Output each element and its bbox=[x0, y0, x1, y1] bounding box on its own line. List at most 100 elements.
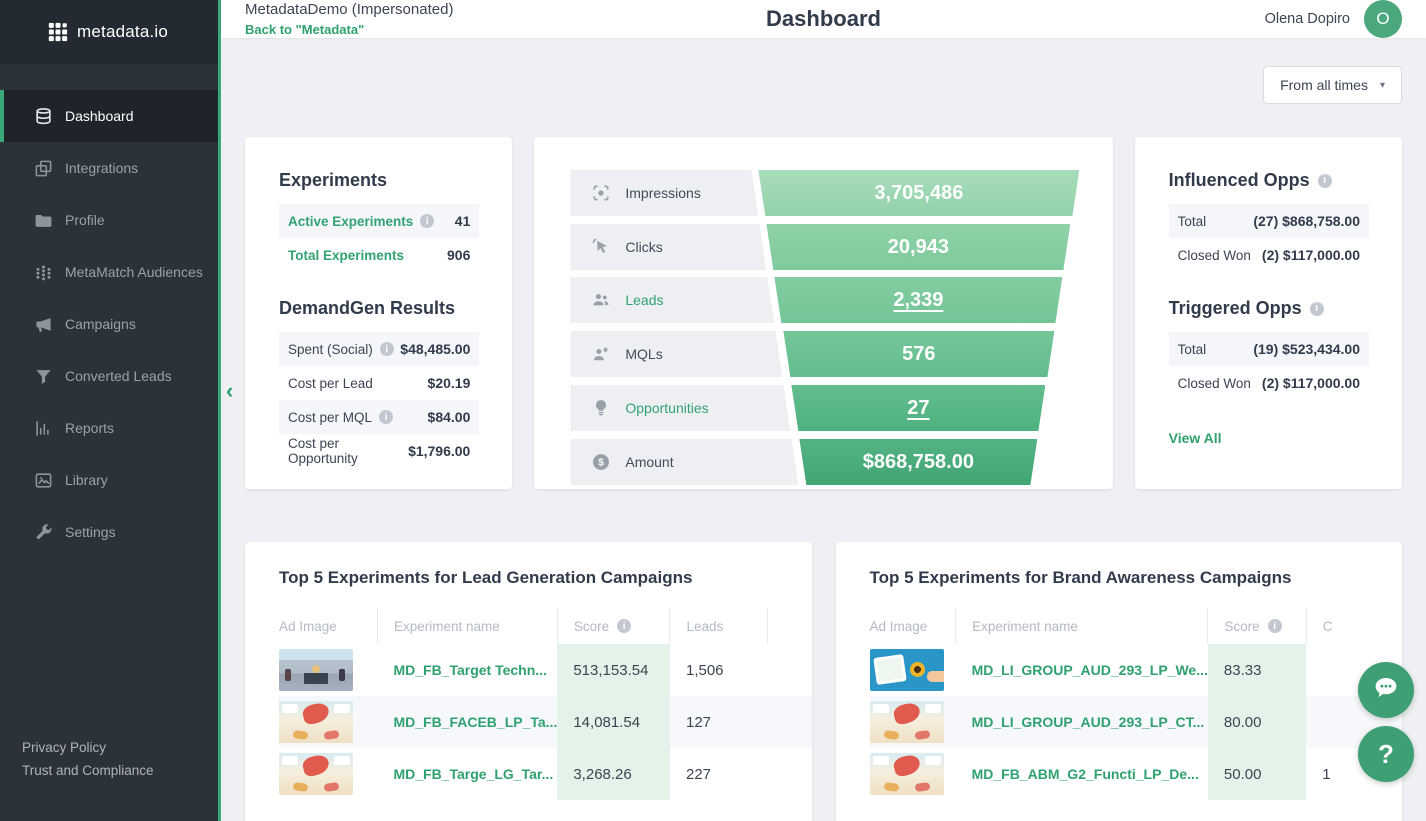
stat-label: Closed Won bbox=[1178, 248, 1251, 263]
sidebar: metadata.io DashboardIntegrations Profile… bbox=[0, 0, 221, 821]
sidebar-item-integrations[interactable]: Integrations bbox=[0, 142, 218, 194]
metric-cell bbox=[767, 644, 811, 696]
stat-value: $1,796.00 bbox=[408, 443, 470, 459]
experiment-name-link[interactable]: MD_LI_GROUP_AUD_293_LP_We... bbox=[956, 644, 1208, 696]
opps-rows: Total(19) $523,434.00Closed Won(2) $117,… bbox=[1169, 332, 1369, 400]
metric-cell: 1,506 bbox=[670, 644, 767, 696]
help-button[interactable]: ? bbox=[1358, 726, 1414, 782]
stat-label-text: Active Experiments bbox=[288, 214, 413, 229]
privacy-policy-link[interactable]: Privacy Policy bbox=[22, 737, 218, 760]
app-window: metadata.io DashboardIntegrations Profile… bbox=[0, 0, 1426, 821]
experiment-name-link[interactable]: MD_FB_Targe_LG_Tar... bbox=[377, 748, 557, 800]
funnel-card: Impressions3,705,486Clicks20,943Leads2,3… bbox=[534, 137, 1112, 489]
sidebar-item-profile[interactable]: Profile bbox=[0, 194, 218, 246]
trust-compliance-link[interactable]: Trust and Compliance bbox=[22, 760, 218, 783]
funnel-value[interactable]: 2,339 bbox=[893, 289, 943, 312]
column-header-text: Experiment name bbox=[972, 619, 1078, 634]
experiment-name-link[interactable]: MD_LI_GROUP_AUD_293_LP_CT... bbox=[956, 696, 1208, 748]
column-header-inner: Scorei bbox=[574, 619, 670, 634]
stat-label-text: Closed Won bbox=[1178, 376, 1251, 391]
stat-label-text: Cost per Opportunity bbox=[288, 436, 408, 466]
view-all-link[interactable]: View All bbox=[1169, 430, 1369, 446]
mqls-icon bbox=[591, 344, 611, 364]
stat-label-text: Spent (Social) bbox=[288, 342, 373, 357]
stat-label: Cost per MQLi bbox=[288, 410, 393, 425]
table-title: Top 5 Experiments for Brand Awareness Ca… bbox=[870, 568, 1403, 588]
sidebar-item-reports[interactable]: Reports bbox=[0, 402, 218, 454]
stat-value: $84.00 bbox=[428, 409, 471, 425]
beach-scene-p2 bbox=[324, 730, 340, 740]
sidebar-item-label: Profile bbox=[65, 212, 105, 228]
experiment-name-link[interactable]: MD_FB_FACEB_LP_Ta... bbox=[377, 696, 557, 748]
sidebar-item-library[interactable]: Library bbox=[0, 454, 218, 506]
info-icon[interactable]: i bbox=[380, 342, 394, 356]
ad-image-cell bbox=[870, 696, 956, 748]
sidebar-item-label: Library bbox=[65, 472, 108, 488]
ad-thumbnail bbox=[870, 649, 944, 691]
stat-value: 41 bbox=[455, 213, 471, 229]
ad-thumbnail bbox=[279, 753, 353, 795]
stat-label: Cost per Opportunity bbox=[288, 436, 408, 466]
funnel-label-text[interactable]: Leads bbox=[625, 292, 663, 308]
info-icon[interactable]: i bbox=[1310, 302, 1324, 316]
info-icon[interactable]: i bbox=[420, 214, 434, 228]
time-filter-dropdown[interactable]: From all times ▾ bbox=[1263, 66, 1402, 104]
table-row: MD_LI_GROUP_AUD_293_LP_CT...80.00 bbox=[870, 696, 1403, 748]
ad-thumbnail bbox=[279, 649, 353, 691]
experiment-name-link[interactable]: MD_FB_ABM_G2_Functi_LP_De... bbox=[956, 748, 1208, 800]
funnel-value: 3,705,486 bbox=[874, 182, 963, 205]
stat-value: (2) $117,000.00 bbox=[1262, 375, 1360, 391]
sidebar-item-metamatch-audiences[interactable]: MetaMatch Audiences bbox=[0, 246, 218, 298]
sidebar-item-converted-leads[interactable]: Converted Leads bbox=[0, 350, 218, 402]
avatar[interactable]: O bbox=[1364, 0, 1402, 38]
sidebar-item-settings[interactable]: Settings bbox=[0, 506, 218, 558]
sidebar-collapse-chevron-icon[interactable]: ‹ bbox=[226, 380, 233, 402]
sidebar-item-label: Settings bbox=[65, 524, 116, 540]
funnel-value: 20,943 bbox=[888, 236, 949, 259]
metamatch-audiences-icon bbox=[34, 263, 53, 282]
beach-scene-p1 bbox=[293, 782, 309, 792]
sidebar-item-label: MetaMatch Audiences bbox=[65, 264, 203, 280]
funnel-label-text[interactable]: Opportunities bbox=[625, 400, 708, 416]
info-icon[interactable]: i bbox=[1318, 174, 1332, 188]
beach-scene-p1 bbox=[883, 730, 899, 740]
sidebar-nav: DashboardIntegrations Profile MetaMatch Au… bbox=[0, 90, 218, 558]
chat-button[interactable] bbox=[1358, 662, 1414, 718]
column-header-text: Score bbox=[1224, 619, 1259, 634]
stats-row: Experiments Active Experimentsi41Total E… bbox=[245, 137, 1402, 489]
ad-image-cell bbox=[279, 644, 377, 696]
logo[interactable]: metadata.io bbox=[0, 0, 218, 64]
stat-row: Active Experiments i 41 bbox=[279, 204, 479, 238]
beach-scene-blob bbox=[892, 701, 922, 726]
tablet-scene-hand bbox=[927, 671, 944, 682]
sidebar-item-campaigns[interactable]: Campaigns bbox=[0, 298, 218, 350]
dashboard-icon bbox=[34, 107, 53, 126]
sidebar-item-label: Campaigns bbox=[65, 316, 136, 332]
beach-scene-blob bbox=[892, 753, 922, 778]
stat-value: (2) $117,000.00 bbox=[1262, 247, 1360, 263]
amount-icon: $ bbox=[591, 452, 611, 472]
stat-label: Spent (Social) i bbox=[288, 342, 394, 357]
ad-image-cell bbox=[279, 696, 377, 748]
stat-label: Cost per Lead bbox=[288, 376, 373, 391]
beach-scene-bub-l bbox=[282, 704, 298, 713]
info-icon[interactable]: i bbox=[617, 619, 631, 633]
experiment-name-link[interactable]: MD_FB_Target Techn... bbox=[377, 644, 557, 696]
metric-cell bbox=[767, 748, 811, 800]
workspace-name: MetadataDemo (Impersonated) bbox=[245, 1, 453, 18]
stat-label[interactable]: Active Experiments i bbox=[288, 214, 434, 229]
info-icon[interactable]: i bbox=[1268, 619, 1282, 633]
logo-text: metadata.io bbox=[77, 22, 168, 42]
profile-icon bbox=[34, 211, 53, 230]
ad-image-cell bbox=[870, 644, 956, 696]
funnel-value[interactable]: 27 bbox=[907, 397, 929, 420]
stat-row: Total Experiments906 bbox=[279, 238, 479, 272]
sidebar-item-dashboard[interactable]: Dashboard bbox=[0, 90, 218, 142]
score-cell: 83.33 bbox=[1208, 644, 1306, 696]
opportunities-icon bbox=[591, 398, 611, 418]
stat-label[interactable]: Total Experiments bbox=[288, 248, 404, 263]
office-scene-desk bbox=[304, 673, 328, 684]
info-icon[interactable]: i bbox=[379, 410, 393, 424]
back-to-workspace-link[interactable]: Back to "Metadata" bbox=[245, 22, 453, 37]
score-cell: 14,081.54 bbox=[557, 696, 670, 748]
